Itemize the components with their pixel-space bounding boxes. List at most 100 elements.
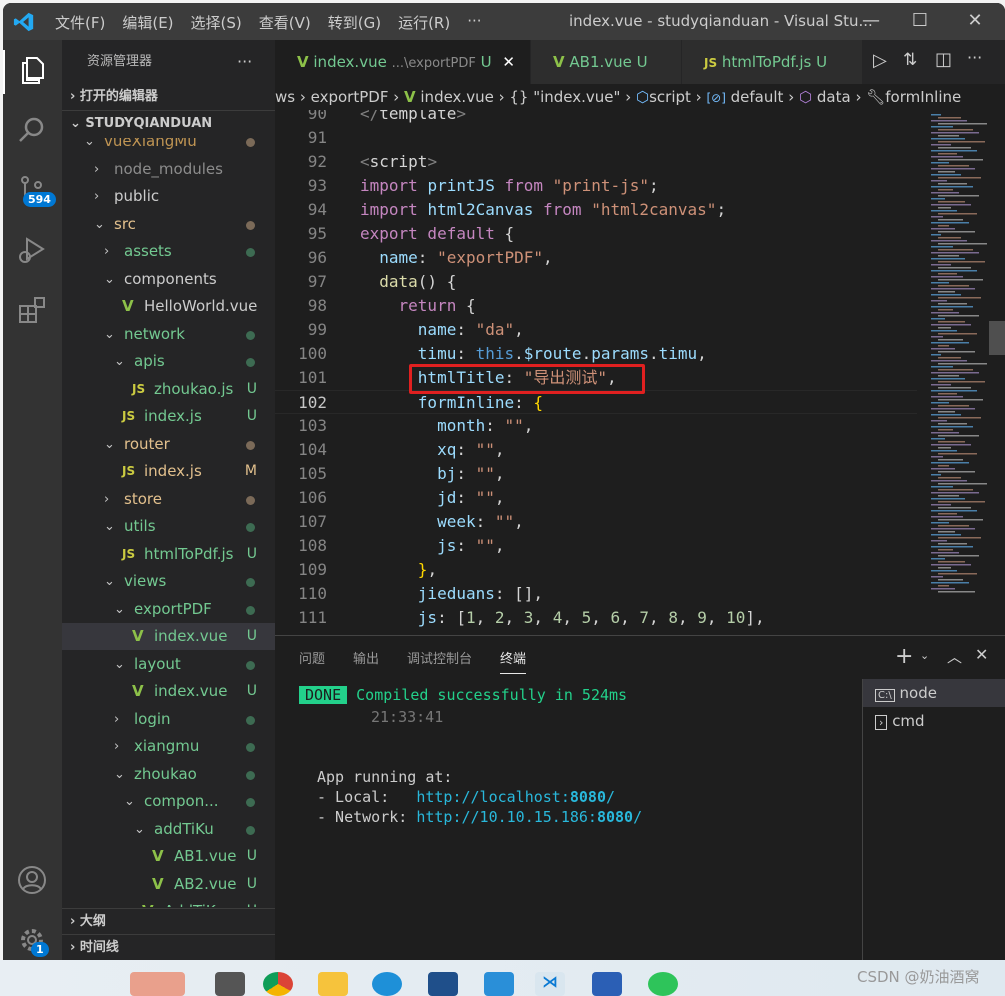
explorer-icon[interactable] — [16, 54, 48, 86]
run-icon[interactable]: ▷ — [873, 50, 887, 71]
workspace-section[interactable]: ⌄ STUDYQIANDUAN — [62, 110, 275, 136]
search-icon[interactable] — [16, 114, 48, 146]
breadcrumb-item[interactable]: data — [817, 88, 851, 106]
extensions-icon[interactable] — [16, 294, 48, 326]
tree-item[interactable]: ⌄ components — [62, 266, 275, 293]
tree-item[interactable]: V AddTiKu... U — [62, 898, 275, 907]
tree-item[interactable]: › node_modules — [62, 156, 275, 183]
tree-item[interactable]: V AB1.vue U — [62, 843, 275, 870]
run-debug-icon[interactable] — [16, 234, 48, 266]
tree-item[interactable]: ⌄ utils — [62, 513, 275, 540]
terminal-name: cmd — [892, 712, 925, 730]
edge-icon[interactable] — [372, 972, 402, 996]
tree-item[interactable]: ⌄ zhoukao — [62, 761, 275, 788]
account-icon[interactable] — [16, 864, 48, 896]
tree-item[interactable]: › assets — [62, 238, 275, 265]
tree-item[interactable]: V HelloWorld.vue — [62, 293, 275, 320]
tree-item[interactable]: ⌄ src — [62, 211, 275, 238]
minimap-line — [931, 180, 947, 182]
tab-index-vue[interactable]: V index.vue ...\exportPDF U ✕ — [275, 40, 530, 84]
terminal-dropdown-icon[interactable]: ⌄ — [920, 649, 929, 662]
menu-file[interactable]: 文件(F) — [55, 12, 105, 33]
tree-item[interactable]: ⌄ exportPDF — [62, 596, 275, 623]
minimap[interactable] — [923, 110, 995, 600]
tree-item[interactable]: › login — [62, 706, 275, 733]
tree-item[interactable]: › xiangmu — [62, 733, 275, 760]
taskbar-widget-icon[interactable] — [130, 972, 185, 996]
close-window-button[interactable]: ✕ — [955, 7, 995, 35]
tree-item[interactable]: ⌄ compon... — [62, 788, 275, 815]
tree-item[interactable]: JS index.js U — [62, 403, 275, 430]
open-editors-section[interactable]: › 打开的编辑器 — [62, 84, 275, 110]
menu-go[interactable]: 转到(G) — [328, 12, 381, 33]
tree-item[interactable]: ⌄ views — [62, 568, 275, 595]
code-token: "da" — [475, 320, 515, 339]
tree-item[interactable]: ⌄ layout — [62, 651, 275, 678]
editor-more-icon[interactable]: ··· — [967, 48, 982, 67]
close-panel-icon[interactable]: ✕ — [975, 645, 988, 664]
local-port: 8080 — [569, 788, 606, 806]
minimap-line — [931, 162, 949, 164]
chrome-icon[interactable] — [263, 972, 293, 996]
tree-item-label: compon... — [144, 792, 219, 810]
panel-tab-terminal[interactable]: 终端 — [500, 648, 527, 674]
tree-item[interactable]: ⌄ apis — [62, 348, 275, 375]
tab-htmltopdf-js[interactable]: JS htmlToPdf.js U — [682, 40, 862, 84]
vscode-taskbar-icon[interactable]: ⋊ — [535, 972, 565, 996]
word-icon[interactable] — [592, 972, 622, 996]
wechat-icon[interactable] — [648, 972, 678, 996]
breadcrumb-item[interactable]: index.vue — [420, 88, 493, 106]
tree-item[interactable]: › store — [62, 486, 275, 513]
tree-item[interactable]: JS zhoukao.js U — [62, 376, 275, 403]
tree-item[interactable]: ⌄ vueXiangMu — [62, 138, 275, 155]
tree-item[interactable]: V AB2.vue U — [62, 871, 275, 898]
editor-scrollbar-thumb[interactable] — [989, 321, 1005, 355]
new-terminal-icon[interactable]: + — [895, 644, 913, 669]
terminal-output[interactable]: DONE Compiled successfully in 524ms 21:3… — [299, 686, 642, 828]
menu-run[interactable]: 运行(R) — [398, 12, 450, 33]
terminal-item-cmd[interactable]: › cmd — [863, 707, 1005, 735]
file-explorer-icon[interactable] — [318, 972, 348, 996]
breadcrumb-item[interactable]: formInline — [885, 88, 961, 106]
minimap-line — [938, 483, 987, 485]
code-token: } — [417, 560, 428, 579]
maximize-panel-icon[interactable]: ︿ — [947, 646, 962, 667]
tab-ab1-vue[interactable]: V AB1.vue U — [531, 40, 681, 84]
breadcrumb-item[interactable]: ws — [275, 88, 295, 106]
outline-section[interactable]: › 大纲 — [62, 908, 275, 934]
breadcrumb-item[interactable]: default — [731, 88, 784, 106]
breadcrumb-item[interactable]: exportPDF — [311, 88, 389, 106]
panel-tab-debug-console[interactable]: 调试控制台 — [407, 648, 472, 674]
timeline-section[interactable]: › 时间线 — [62, 934, 275, 960]
chevron-right-icon: › — [114, 739, 120, 754]
menu-edit[interactable]: 编辑(E) — [122, 12, 173, 33]
tree-item[interactable]: Vindex.vue U — [62, 678, 275, 705]
minimize-button[interactable]: — — [851, 7, 891, 35]
split-editor-icon[interactable]: ◫ — [935, 49, 952, 70]
maximize-button[interactable]: ☐ — [900, 7, 940, 35]
explorer-more-button[interactable]: ··· — [237, 40, 252, 84]
panel-tab-problems[interactable]: 问题 — [299, 648, 325, 674]
tree-item[interactable]: ⌄ addTiKu — [62, 816, 275, 843]
menu-view[interactable]: 查看(V) — [259, 12, 311, 33]
tree-item[interactable]: ⌄ router — [62, 431, 275, 458]
tree-item[interactable]: Vindex.vue U — [62, 623, 275, 650]
taskbar-app-icon[interactable] — [215, 972, 245, 996]
terminal-name: node — [899, 684, 937, 702]
tree-item[interactable]: › public — [62, 183, 275, 210]
menu-more[interactable]: ··· — [467, 12, 481, 33]
breadcrumb-item[interactable]: script — [649, 88, 691, 106]
menu-selection[interactable]: 选择(S) — [191, 12, 242, 33]
terminal-item-node[interactable]: C:\ node — [863, 679, 1005, 707]
compare-changes-icon[interactable]: ⇅ — [903, 50, 917, 70]
local-url[interactable]: http://localhost:8080/ — [416, 788, 615, 806]
tree-item[interactable]: JS htmlToPdf.js U — [62, 541, 275, 568]
tree-item[interactable]: JS index.js M — [62, 458, 275, 485]
store-icon[interactable] — [428, 972, 458, 996]
tab-close-button[interactable]: ✕ — [502, 53, 515, 71]
network-url[interactable]: http://10.10.15.186:8080/ — [416, 808, 642, 826]
breadcrumb-item[interactable]: {} "index.vue" — [509, 88, 620, 106]
tree-item[interactable]: ⌄ network — [62, 321, 275, 348]
panel-tab-output[interactable]: 输出 — [353, 648, 379, 674]
mail-icon[interactable] — [484, 972, 514, 996]
